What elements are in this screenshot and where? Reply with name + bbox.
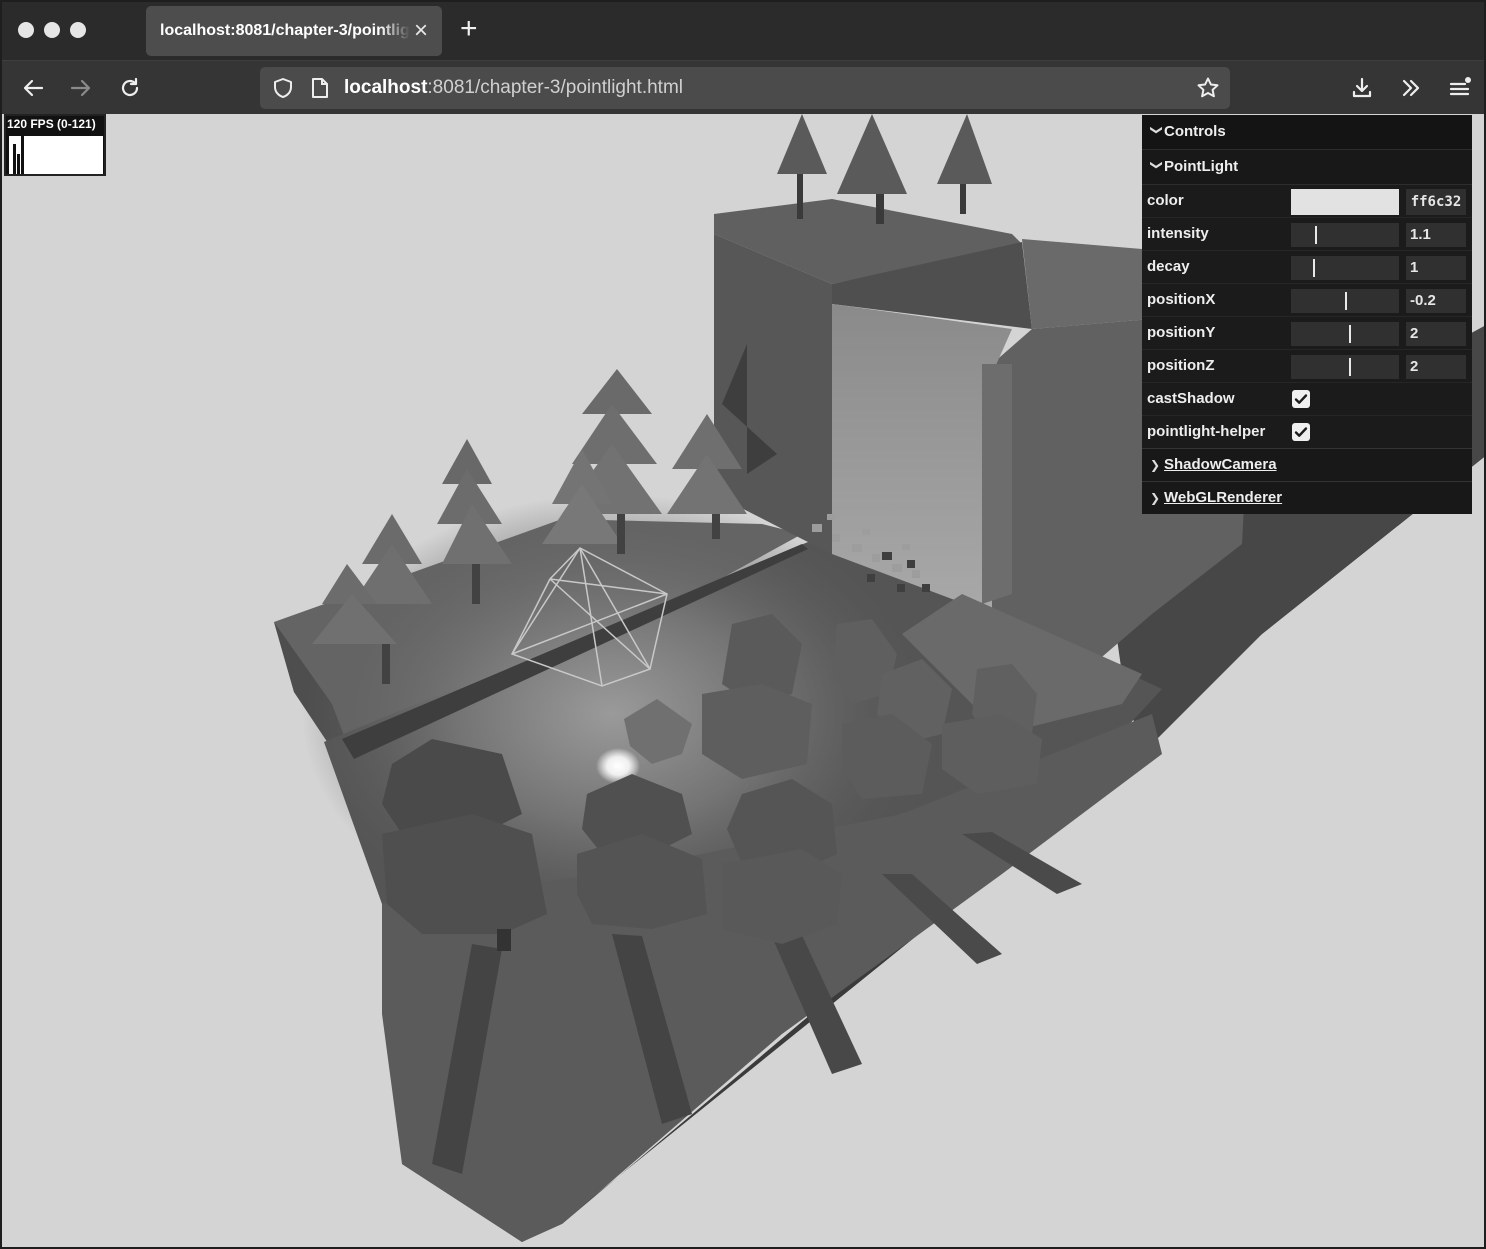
controls-title-bar[interactable]: ❯Controls bbox=[1142, 115, 1472, 150]
page-icon bbox=[312, 78, 328, 98]
reload-button[interactable] bbox=[115, 73, 145, 103]
chevron-right-icon: ❯ bbox=[1150, 458, 1161, 472]
castshadow-control: castShadow bbox=[1142, 383, 1472, 416]
positiony-input[interactable]: 2 bbox=[1406, 322, 1466, 346]
checkmark-icon bbox=[1294, 394, 1308, 404]
control-label: pointlight-helper bbox=[1147, 423, 1266, 440]
control-label: decay bbox=[1147, 258, 1190, 275]
slider-handle[interactable] bbox=[1349, 358, 1352, 376]
address-bar[interactable]: localhost:8081/chapter-3/pointlight.html bbox=[260, 67, 1230, 109]
slider-handle[interactable] bbox=[1349, 325, 1352, 343]
browser-tab-active[interactable]: localhost:8081/chapter-3/pointlight.html… bbox=[146, 6, 442, 56]
shield-icon[interactable] bbox=[272, 77, 294, 99]
decay-slider[interactable] bbox=[1291, 256, 1399, 280]
folder-label: WebGLRenderer bbox=[1164, 489, 1283, 506]
positiony-control: positionY 2 bbox=[1142, 317, 1472, 350]
app-menu-button[interactable] bbox=[1445, 73, 1475, 103]
intensity-input[interactable]: 1.1 bbox=[1406, 223, 1466, 247]
overflow-menu-button[interactable] bbox=[1396, 73, 1426, 103]
browser-window: localhost:8081/chapter-3/pointlight.html… bbox=[0, 0, 1486, 1249]
chevron-down-icon: ❯ bbox=[1150, 125, 1164, 136]
control-label: positionZ bbox=[1147, 357, 1215, 374]
positionz-input[interactable]: 2 bbox=[1406, 355, 1466, 379]
positionz-slider[interactable] bbox=[1291, 355, 1399, 379]
positionx-slider[interactable] bbox=[1291, 289, 1399, 313]
navigation-toolbar: localhost:8081/chapter-3/pointlight.html bbox=[2, 60, 1484, 114]
control-label: positionX bbox=[1147, 291, 1216, 308]
pointlight-folder-header[interactable]: ❯PointLight bbox=[1142, 150, 1472, 185]
fps-stats-panel[interactable]: 120 FPS (0-121) bbox=[4, 114, 106, 176]
chevron-right-icon: ❯ bbox=[1150, 491, 1161, 505]
control-label: positionY bbox=[1147, 324, 1216, 341]
download-icon bbox=[1352, 77, 1372, 98]
fps-graph-bar bbox=[17, 154, 20, 174]
webglrenderer-folder[interactable]: ❯ WebGLRenderer bbox=[1142, 481, 1472, 514]
tab-close-icon[interactable]: × bbox=[414, 19, 428, 43]
arrow-left-icon bbox=[23, 79, 44, 97]
close-window-button[interactable] bbox=[18, 22, 34, 38]
pointlight-helper-checkbox[interactable] bbox=[1292, 423, 1310, 441]
reload-icon bbox=[121, 77, 139, 97]
positiony-slider[interactable] bbox=[1291, 322, 1399, 346]
fps-label: 120 FPS (0-121) bbox=[7, 117, 96, 131]
webgl-canvas[interactable]: 120 FPS (0-121) ❯Controls ❯PointLight co… bbox=[2, 114, 1484, 1247]
waterfall-edge bbox=[982, 364, 1012, 604]
color-hex-input[interactable]: ff6c32 bbox=[1406, 189, 1466, 215]
hamburger-menu-icon bbox=[1449, 77, 1471, 96]
fps-graph bbox=[9, 136, 103, 174]
folder-label: ShadowCamera bbox=[1164, 456, 1277, 473]
color-swatch[interactable] bbox=[1291, 189, 1399, 215]
decay-control: decay 1 bbox=[1142, 251, 1472, 284]
minimize-window-button[interactable] bbox=[44, 22, 60, 38]
slider-handle[interactable] bbox=[1314, 226, 1317, 244]
forward-button[interactable] bbox=[66, 73, 96, 103]
url-path: :8081/chapter-3/pointlight.html bbox=[427, 77, 684, 98]
control-label: color bbox=[1147, 192, 1184, 209]
cliff-top-right bbox=[1022, 239, 1152, 329]
decay-input[interactable]: 1 bbox=[1406, 256, 1466, 280]
controls-panel: ❯Controls ❯PointLight color ff6c32 inten… bbox=[1142, 115, 1472, 514]
tab-title: localhost:8081/chapter-3/pointlight.html bbox=[160, 22, 410, 39]
folder-title: PointLight bbox=[1164, 158, 1239, 175]
positionx-input[interactable]: -0.2 bbox=[1406, 289, 1466, 313]
fps-graph-bar bbox=[13, 144, 16, 174]
intensity-control: intensity 1.1 bbox=[1142, 218, 1472, 251]
zoom-window-button[interactable] bbox=[70, 22, 86, 38]
color-control: color ff6c32 bbox=[1142, 185, 1472, 218]
pointlight-helper-control: pointlight-helper bbox=[1142, 416, 1472, 448]
slider-handle[interactable] bbox=[1345, 292, 1347, 310]
checkmark-icon bbox=[1294, 427, 1308, 437]
back-button[interactable] bbox=[18, 73, 48, 103]
slider-handle[interactable] bbox=[1312, 259, 1315, 277]
intensity-slider[interactable] bbox=[1291, 223, 1399, 247]
tab-bar: localhost:8081/chapter-3/pointlight.html… bbox=[2, 2, 1484, 60]
fps-graph-bar bbox=[21, 136, 24, 174]
chevron-down-icon: ❯ bbox=[1150, 160, 1164, 171]
url-host: localhost bbox=[344, 77, 428, 98]
positionx-control: positionX -0.2 bbox=[1142, 284, 1472, 317]
positionz-control: positionZ 2 bbox=[1142, 350, 1472, 383]
castshadow-checkbox[interactable] bbox=[1292, 390, 1310, 408]
bookmark-star-icon[interactable] bbox=[1196, 76, 1220, 100]
arrow-right-icon bbox=[70, 79, 91, 97]
double-chevron-right-icon bbox=[1402, 79, 1420, 97]
new-tab-button[interactable]: + bbox=[460, 14, 478, 44]
shadowcamera-folder[interactable]: ❯ ShadowCamera bbox=[1142, 448, 1472, 481]
control-label: intensity bbox=[1147, 225, 1209, 242]
control-label: castShadow bbox=[1147, 390, 1235, 407]
url-text[interactable]: localhost:8081/chapter-3/pointlight.html bbox=[344, 77, 683, 99]
downloads-button[interactable] bbox=[1347, 73, 1377, 103]
